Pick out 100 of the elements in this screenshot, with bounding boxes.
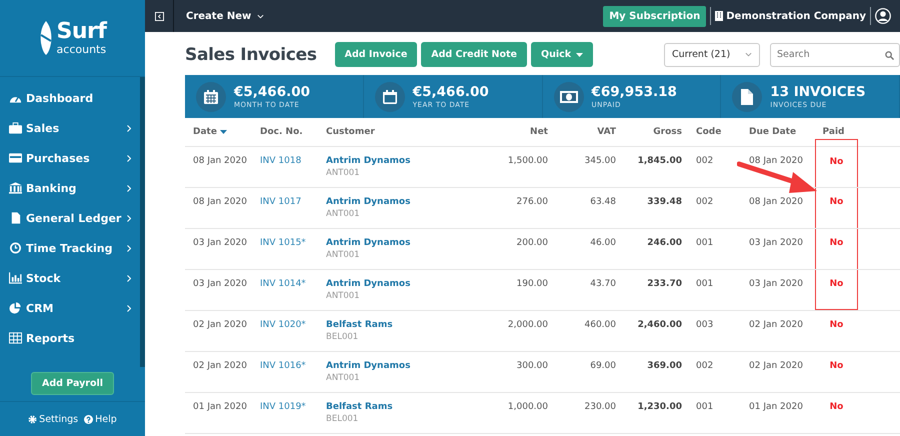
column-header[interactable]: Due Date xyxy=(749,127,796,137)
nav-item[interactable]: Dashboard xyxy=(0,83,140,113)
customer-code: ANT001 xyxy=(326,168,361,178)
net-cell: 2,000.00 xyxy=(508,320,548,330)
net-cell: 1,000.00 xyxy=(508,402,548,412)
code-cell: 002 xyxy=(696,361,714,371)
chevron-icon xyxy=(127,124,131,132)
customer-link[interactable]: Belfast Rams xyxy=(326,320,478,330)
caret-icon xyxy=(576,52,584,56)
gross-cell: 369.00 xyxy=(647,361,682,371)
document-link[interactable]: INV 1018 xyxy=(260,156,302,166)
nav-item[interactable]: Stock xyxy=(0,263,140,293)
column-header[interactable]: Date xyxy=(193,127,227,137)
search-icon xyxy=(885,50,894,60)
date-cell: 03 Jan 2020 xyxy=(193,238,247,248)
customer-link[interactable]: Antrim Dynamos xyxy=(326,156,478,166)
column-header[interactable]: Paid xyxy=(822,127,844,137)
code-cell: 001 xyxy=(696,279,714,289)
paid-status: No xyxy=(828,319,844,332)
customer-link[interactable]: Antrim Dynamos xyxy=(326,279,478,289)
surfboard-icon xyxy=(38,21,53,55)
nav-item[interactable]: CRM xyxy=(0,293,140,323)
nav-item[interactable]: Banking xyxy=(0,173,140,203)
logo-wordmark: Surf xyxy=(56,21,106,43)
date-cell: 02 Jan 2020 xyxy=(193,320,247,330)
paid-status: No xyxy=(828,401,844,414)
column-header[interactable]: VAT xyxy=(597,127,616,137)
sidebar-toggle-icon[interactable] xyxy=(154,12,164,20)
gross-cell: 1,845.00 xyxy=(638,156,682,166)
customer-code: ANT001 xyxy=(326,209,361,219)
create-new-menu[interactable]: Create New xyxy=(174,10,264,22)
column-header[interactable]: Doc. No. xyxy=(260,127,303,137)
toolbar-button[interactable]: Add Invoice xyxy=(334,42,418,67)
customer-code: ANT001 xyxy=(326,373,361,383)
toolbar-button[interactable]: Add Credit Note xyxy=(421,42,527,67)
document-icon xyxy=(9,212,22,224)
table-icon xyxy=(9,332,22,344)
date-cell: 08 Jan 2020 xyxy=(193,197,247,207)
paid-status: No xyxy=(828,360,844,373)
column-header[interactable]: Customer xyxy=(326,127,375,137)
nav-item[interactable]: Purchases xyxy=(0,143,140,173)
bank-icon xyxy=(9,182,22,194)
settings-icon xyxy=(28,414,38,424)
customer-link[interactable]: Belfast Rams xyxy=(326,402,478,412)
net-cell: 200.00 xyxy=(516,238,548,248)
document-link[interactable]: INV 1014* xyxy=(260,279,306,289)
code-cell: 001 xyxy=(696,238,714,248)
help-icon xyxy=(84,414,94,424)
vat-cell: 230.00 xyxy=(584,402,616,412)
document-link[interactable]: INV 1020* xyxy=(260,320,306,330)
nav-item[interactable]: General Ledger xyxy=(0,203,140,233)
document-link[interactable]: INV 1019* xyxy=(260,402,306,412)
customer-link[interactable]: Antrim Dynamos xyxy=(326,361,478,371)
highlighted-paid-cell: No xyxy=(815,188,858,228)
toolbar-button[interactable]: Quick xyxy=(531,42,594,67)
stat-value: 13 INVOICES xyxy=(770,84,866,100)
nav-item[interactable]: Time Tracking xyxy=(0,233,140,263)
footer-link[interactable]: Help xyxy=(84,414,117,424)
due-date-cell: 01 Jan 2020 xyxy=(749,402,803,412)
column-header[interactable]: Net xyxy=(530,127,548,137)
company-selector[interactable]: Demonstration Company xyxy=(715,10,866,22)
highlighted-paid-cell: No xyxy=(815,229,858,269)
customer-code: ANT001 xyxy=(326,250,361,260)
code-cell: 001 xyxy=(696,402,714,412)
user-avatar-icon[interactable] xyxy=(875,8,891,24)
customer-code: ANT001 xyxy=(326,291,361,301)
gross-cell: 1,230.00 xyxy=(638,402,682,412)
chevron-icon xyxy=(127,274,131,282)
filter-dropdown[interactable]: Current (21) xyxy=(664,42,760,66)
column-header[interactable]: Gross xyxy=(653,127,682,137)
document-link[interactable]: INV 1017 xyxy=(260,197,302,207)
vat-cell: 69.00 xyxy=(590,361,616,371)
column-header[interactable]: Code xyxy=(696,127,722,137)
bar-chart-icon xyxy=(9,272,22,284)
subscription-button[interactable]: My Subscription xyxy=(603,6,706,26)
net-cell: 300.00 xyxy=(516,361,548,371)
customer-link[interactable]: Antrim Dynamos xyxy=(326,197,478,207)
footer-link[interactable]: Settings xyxy=(28,414,78,424)
code-cell: 002 xyxy=(696,197,714,207)
building-icon xyxy=(715,11,724,21)
page-title: Sales Invoices xyxy=(185,44,317,64)
nav-item[interactable]: Sales xyxy=(0,113,140,143)
stat-value: €69,953.18 xyxy=(592,84,677,100)
vat-cell: 460.00 xyxy=(584,320,616,330)
due-date-cell: 08 Jan 2020 xyxy=(749,156,803,166)
customer-link[interactable]: Antrim Dynamos xyxy=(326,238,478,248)
date-cell: 03 Jan 2020 xyxy=(193,279,247,289)
chevron-icon xyxy=(745,52,752,57)
calendar-icon xyxy=(382,90,397,104)
document-link[interactable]: INV 1016* xyxy=(260,361,306,371)
search-field[interactable]: Search xyxy=(770,42,900,66)
due-date-cell: 08 Jan 2020 xyxy=(749,197,803,207)
customer-code: BEL001 xyxy=(326,414,360,424)
document-link[interactable]: INV 1015* xyxy=(260,238,306,248)
chevron-icon xyxy=(127,304,131,312)
add-payroll-button[interactable]: Add Payroll xyxy=(30,372,114,395)
sort-caret-icon xyxy=(220,130,227,134)
gross-cell: 233.70 xyxy=(647,279,682,289)
nav-item[interactable]: Reports xyxy=(0,323,140,353)
due-date-cell: 02 Jan 2020 xyxy=(749,320,803,330)
